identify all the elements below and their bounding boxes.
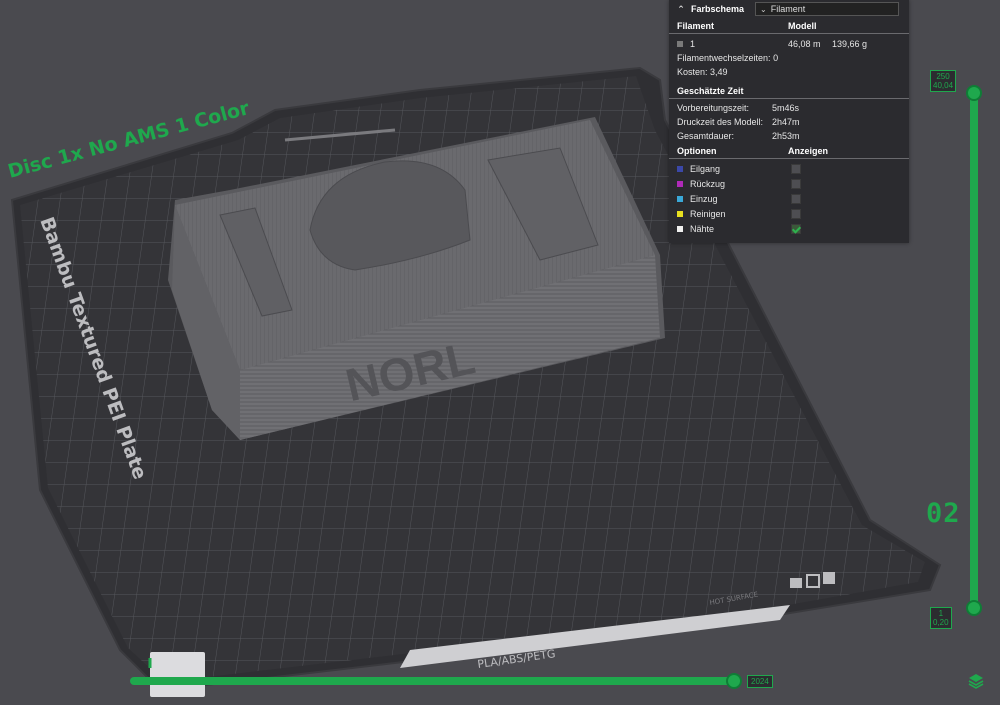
option-row: Nähte xyxy=(669,221,909,236)
layer-slider-track[interactable] xyxy=(970,92,978,608)
legend-panel: ⌃ Farbschema ⌄ Filament Filament Modell … xyxy=(669,0,909,243)
move-slider-value: 2024 xyxy=(747,675,773,688)
filament-changes-row: Filamentwechselzeiten: 0 xyxy=(677,53,779,63)
travel-checkbox[interactable] xyxy=(791,163,801,174)
option-row: Reinigen xyxy=(669,206,909,221)
layers-icon[interactable] xyxy=(967,672,985,690)
option-row: Einzug xyxy=(669,191,909,206)
move-slider-handle[interactable] xyxy=(726,673,742,689)
total-time-row: Gesamtdauer: 2h53m xyxy=(677,131,800,141)
layer-slider-bottom-handle[interactable] xyxy=(966,600,982,616)
time-section-header: Geschätzte Zeit xyxy=(669,83,909,99)
retract-checkbox[interactable] xyxy=(791,178,801,189)
legend-title: Farbschema xyxy=(691,4,745,14)
options-section-header: Optionen Anzeigen xyxy=(669,143,909,159)
travel-swatch xyxy=(677,165,683,172)
layer-number-display: 02 xyxy=(926,498,961,529)
cost-row: Kosten: 3,49 xyxy=(677,67,728,77)
filament-swatch xyxy=(677,41,683,47)
filament-row: 1 46,08 m 139,66 g xyxy=(669,37,909,51)
seams-swatch xyxy=(677,225,683,232)
prep-time-row: Vorbereitungszeit: 5m46s xyxy=(677,103,800,113)
filament-section-header: Filament Modell xyxy=(669,18,909,34)
wipe-swatch xyxy=(677,210,683,217)
retract-swatch xyxy=(677,180,683,187)
collapse-icon[interactable]: ⌃ xyxy=(675,3,687,15)
bottom-layer-label: 1 0,20 xyxy=(930,607,952,629)
layer-slider-top-handle[interactable] xyxy=(966,85,982,101)
chevron-down-icon: ⌄ xyxy=(760,4,767,14)
top-layer-label: 250 40,04 xyxy=(930,70,957,92)
print-time-row: Druckzeit des Modell: 2h47m xyxy=(677,117,800,127)
wipe-checkbox[interactable] xyxy=(791,208,801,219)
seams-checkbox[interactable] xyxy=(791,223,801,234)
color-scheme-value: Filament xyxy=(770,4,806,14)
color-scheme-select[interactable]: ⌄ Filament xyxy=(755,2,899,16)
option-row: Rückzug xyxy=(669,176,909,191)
unretract-checkbox[interactable] xyxy=(791,193,801,204)
move-slider-track[interactable] xyxy=(130,677,740,685)
option-row: Eilgang xyxy=(669,161,909,176)
axis-gizmo xyxy=(150,652,205,697)
unretract-swatch xyxy=(677,195,683,202)
